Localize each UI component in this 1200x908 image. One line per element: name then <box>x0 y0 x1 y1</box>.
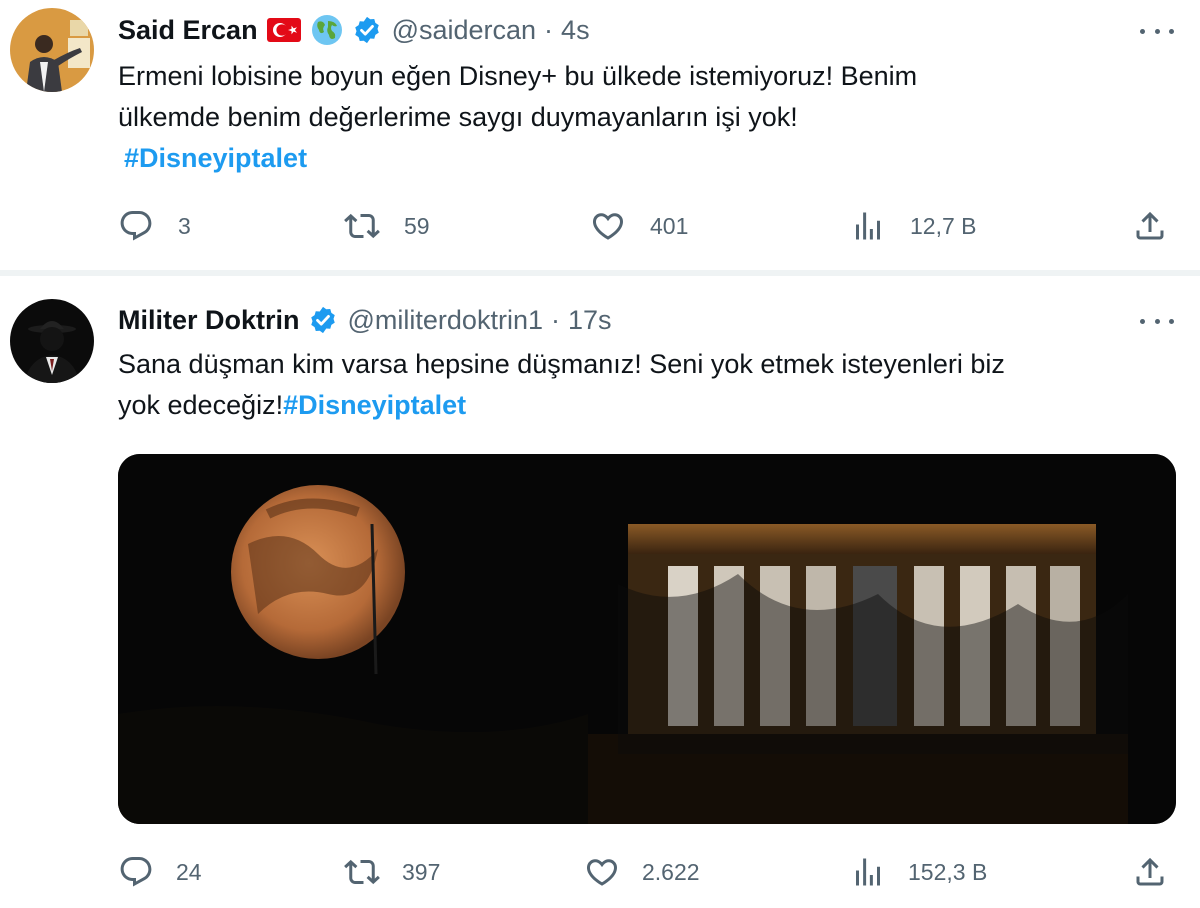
retweet-count: 59 <box>404 212 430 239</box>
author-name[interactable]: Said Ercan <box>118 15 258 46</box>
tweet-text-line: Sana düşman kim varsa hepsine düşmanız! … <box>118 349 1005 379</box>
globe-icon <box>310 13 344 47</box>
separator-dot: · <box>544 14 554 45</box>
more-options-icon[interactable] <box>1140 306 1174 336</box>
tweet-media-image[interactable] <box>118 454 1176 824</box>
tweet-text-line: Ermeni lobisine boyun eğen Disney+ bu ül… <box>118 61 918 91</box>
turkey-flag-icon <box>266 17 302 43</box>
verified-badge-icon <box>308 305 338 335</box>
retweet-button[interactable]: 59 <box>344 206 430 246</box>
retweet-icon <box>344 859 380 885</box>
tweet-timestamp[interactable]: 17s <box>568 305 612 336</box>
retweet-button[interactable]: 397 <box>344 852 440 892</box>
hashtag-link[interactable]: #Disneyiptalet <box>283 390 466 420</box>
tweet-actions: 24 397 2.622 152,3 B <box>118 852 1178 892</box>
share-button[interactable] <box>1132 852 1168 892</box>
retweet-icon <box>344 213 380 239</box>
heart-icon <box>592 213 624 240</box>
share-icon <box>1136 857 1164 886</box>
night-mausoleum-photo <box>118 454 1176 824</box>
verified-badge-icon <box>352 15 382 45</box>
reply-icon <box>120 211 152 241</box>
views-button[interactable]: 12,7 B <box>850 206 977 246</box>
views-count: 12,7 B <box>910 212 977 239</box>
author-handle[interactable]: @militerdoktrin1 <box>348 305 543 336</box>
avatar-image <box>10 299 94 383</box>
like-button[interactable]: 401 <box>590 206 688 246</box>
avatar[interactable] <box>10 8 94 92</box>
author-handle[interactable]: @saidercan <box>392 15 536 46</box>
tweet-text-line: ülkemde benim değerlerime saygı duymayan… <box>118 102 798 132</box>
reply-button[interactable]: 3 <box>118 206 191 246</box>
reply-button[interactable]: 24 <box>118 852 202 892</box>
analytics-icon <box>856 858 880 886</box>
tweet-header: Militer Doktrin @militerdoktrin1 · 17s <box>118 300 612 340</box>
tweet-text: Sana düşman kim varsa hepsine düşmanız! … <box>118 344 1168 426</box>
reply-icon <box>120 857 152 887</box>
avatar-image <box>10 8 94 92</box>
share-button[interactable] <box>1132 206 1168 246</box>
avatar[interactable] <box>10 299 94 383</box>
share-icon <box>1136 211 1164 240</box>
like-count: 401 <box>650 212 689 239</box>
tweet-said-ercan[interactable]: Said Ercan @saidercan · 4s Ermeni lobisi… <box>0 0 1200 270</box>
tweet-text: Ermeni lobisine boyun eğen Disney+ bu ül… <box>118 56 1168 179</box>
heart-icon <box>586 859 618 886</box>
views-count: 152,3 B <box>908 858 988 885</box>
like-button[interactable]: 2.622 <box>584 852 700 892</box>
tweet-actions: 3 59 401 12,7 B <box>118 206 1178 246</box>
views-button[interactable]: 152,3 B <box>850 852 987 892</box>
tweet-text-line: yok edeceğiz! <box>118 390 284 420</box>
retweet-count: 397 <box>402 858 441 885</box>
analytics-icon <box>856 212 880 240</box>
tweet-militer-doktrin[interactable]: Militer Doktrin @militerdoktrin1 · 17s S… <box>0 276 1200 908</box>
reply-count: 3 <box>178 212 191 239</box>
like-count: 2.622 <box>642 858 700 885</box>
separator-dot: · <box>550 304 560 335</box>
author-name[interactable]: Militer Doktrin <box>118 305 300 336</box>
hashtag-link[interactable]: #Disneyiptalet <box>124 143 307 173</box>
tweet-header: Said Ercan @saidercan · 4s <box>118 10 590 50</box>
tweet-timestamp[interactable]: 4s <box>561 15 590 46</box>
more-options-icon[interactable] <box>1140 16 1174 46</box>
reply-count: 24 <box>176 858 202 885</box>
